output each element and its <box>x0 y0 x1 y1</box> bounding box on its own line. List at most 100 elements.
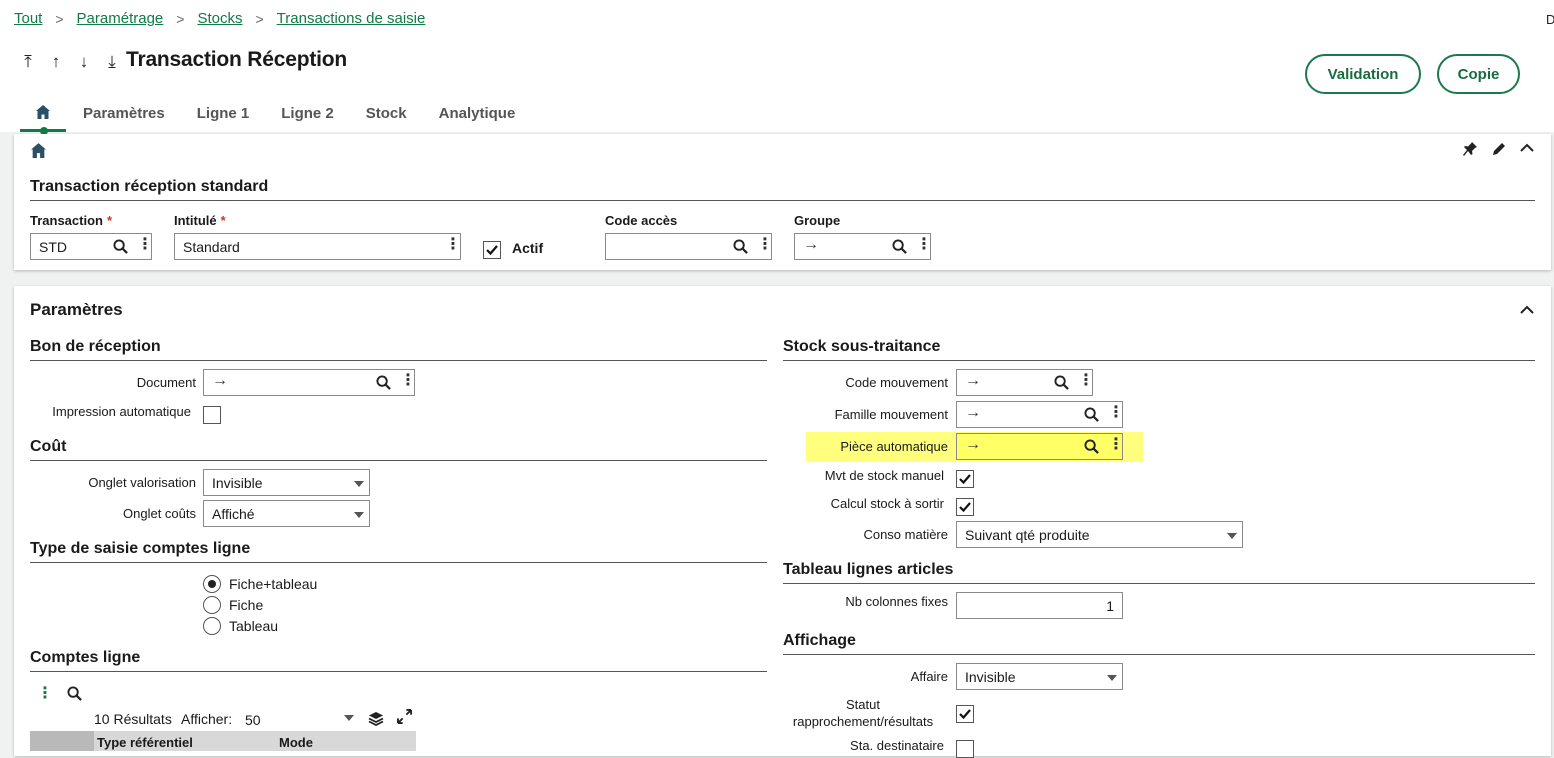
intitule-value: Standard <box>183 239 240 255</box>
radio-fiche-tableau[interactable] <box>203 575 221 593</box>
groupe-label: Groupe <box>794 213 841 228</box>
cout-title: Coût <box>30 438 67 455</box>
arrow-right-icon[interactable]: → <box>965 372 981 390</box>
afficher-value[interactable]: 50 <box>245 712 261 728</box>
search-icon[interactable] <box>892 239 907 254</box>
edit-icon[interactable] <box>1491 141 1507 162</box>
copie-button[interactable]: Copie <box>1437 54 1520 94</box>
radio-fiche[interactable] <box>203 596 221 614</box>
grid-menu-icon[interactable]: ⋮ <box>37 683 53 703</box>
home-icon <box>31 143 46 158</box>
kebab-icon[interactable]: ⋮ <box>757 237 773 253</box>
tableau-lignes-title: Tableau lignes articles <box>783 561 954 578</box>
code-acces-field[interactable]: ⋮ <box>605 233 773 260</box>
layers-icon[interactable] <box>368 710 384 726</box>
tab-parametres[interactable]: Paramètres <box>83 105 165 132</box>
breadcrumb-stocks[interactable]: Stocks <box>197 10 242 27</box>
caret-down-icon <box>354 481 364 487</box>
impression-checkbox[interactable] <box>203 406 221 424</box>
intitule-field[interactable]: Standard ⋮ <box>174 233 461 260</box>
breadcrumb: Tout > Paramétrage > Stocks > Transactio… <box>14 10 425 27</box>
statut-rapprochement-checkbox[interactable] <box>956 705 974 723</box>
code-mouvement-field[interactable]: → ⋮ <box>956 369 1094 396</box>
mvt-stock-manuel-checkbox[interactable] <box>956 470 974 488</box>
caret-down-icon <box>1107 675 1117 681</box>
conso-matiere-select[interactable]: Suivant qté produite <box>956 521 1243 548</box>
tab-analytique[interactable]: Analytique <box>439 105 516 132</box>
sta-destinataire-label: Sta. destinataire <box>850 738 944 753</box>
kebab-icon[interactable]: ⋮ <box>916 237 932 253</box>
divider <box>30 671 767 672</box>
transaction-field[interactable]: STD ⋮ <box>30 233 153 260</box>
intitule-label: Intitulé * <box>174 213 226 228</box>
more-actions-icon[interactable]: ⋮ <box>1546 62 1554 83</box>
validation-button[interactable]: Validation <box>1305 54 1421 94</box>
statut-rapprochement-label: Statut rapprochement/résultats <box>792 697 934 729</box>
tab-stock[interactable]: Stock <box>366 105 407 132</box>
onglet-valorisation-value: Invisible <box>212 475 263 491</box>
affaire-select[interactable]: Invisible <box>956 663 1123 690</box>
kebab-icon[interactable]: ⋮ <box>1108 437 1124 453</box>
kebab-icon[interactable]: ⋮ <box>137 237 153 253</box>
onglet-couts-select[interactable]: Affiché <box>203 500 370 527</box>
search-icon[interactable] <box>67 686 82 701</box>
radio-fiche-tableau-label: Fiche+tableau <box>229 576 318 592</box>
kebab-icon[interactable]: ⋮ <box>445 237 461 253</box>
kebab-icon[interactable]: ⋮ <box>400 373 416 389</box>
transaction-value: STD <box>39 239 67 255</box>
last-record-icon[interactable]: ⤓ <box>98 52 126 72</box>
parametres-title: Paramètres <box>30 300 123 319</box>
tab-ligne-2[interactable]: Ligne 2 <box>281 105 334 132</box>
radio-tableau[interactable] <box>203 617 221 635</box>
caret-down-icon[interactable] <box>344 715 354 721</box>
nb-colonnes-field[interactable]: 1 <box>956 592 1123 619</box>
tab-ligne-1[interactable]: Ligne 1 <box>197 105 250 132</box>
arrow-right-icon[interactable]: → <box>212 372 228 390</box>
arrow-right-icon[interactable]: → <box>803 236 819 254</box>
calcul-stock-label: Calcul stock à sortir <box>830 496 944 511</box>
column-mode[interactable]: Mode <box>279 735 313 750</box>
impression-label: Impression automatique <box>52 404 191 419</box>
previous-record-icon[interactable]: ↑ <box>42 52 70 72</box>
calcul-stock-checkbox[interactable] <box>956 498 974 516</box>
radio-tableau-label: Tableau <box>229 618 279 634</box>
onglet-valorisation-select[interactable]: Invisible <box>203 469 370 496</box>
groupe-field[interactable]: → ⋮ <box>794 233 932 260</box>
breadcrumb-parametrage[interactable]: Paramétrage <box>77 10 164 27</box>
famille-mouvement-field[interactable]: → ⋮ <box>956 401 1124 428</box>
search-icon[interactable] <box>376 375 391 390</box>
arrow-right-icon[interactable]: → <box>965 404 981 422</box>
tab-home[interactable] <box>20 98 66 135</box>
search-icon[interactable] <box>1054 375 1069 390</box>
collapse-icon[interactable] <box>1519 140 1535 161</box>
chevron-right-icon: > <box>176 10 185 27</box>
pin-icon[interactable] <box>1462 141 1478 162</box>
checkmark-icon <box>959 474 971 485</box>
breadcrumb-tout[interactable]: Tout <box>14 10 42 27</box>
expand-icon[interactable] <box>397 709 412 724</box>
sta-destinataire-checkbox[interactable] <box>956 740 974 758</box>
search-icon[interactable] <box>1084 439 1099 454</box>
search-icon[interactable] <box>113 239 128 254</box>
actif-checkbox[interactable] <box>483 241 501 259</box>
caret-down-icon <box>354 512 364 518</box>
document-field[interactable]: → ⋮ <box>203 369 416 396</box>
kebab-icon[interactable]: ⋮ <box>1078 373 1094 389</box>
piece-automatique-field[interactable]: → ⋮ <box>956 433 1124 460</box>
grid-select-column[interactable] <box>30 731 94 751</box>
arrow-right-icon[interactable]: → <box>965 436 981 454</box>
kebab-icon[interactable]: ⋮ <box>1108 405 1124 421</box>
breadcrumb-transactions[interactable]: Transactions de saisie <box>277 10 426 27</box>
divider <box>30 360 767 361</box>
search-icon[interactable] <box>1084 407 1099 422</box>
divider <box>30 460 767 461</box>
top-bar: Tout > Paramétrage > Stocks > Transactio… <box>0 0 1554 135</box>
collapse-icon[interactable] <box>1519 302 1535 323</box>
grid-header: Type référentiel Mode <box>30 731 416 751</box>
afficher-label: Afficher: <box>181 711 233 727</box>
divider <box>783 360 1535 361</box>
first-record-icon[interactable]: ⤒ <box>14 52 42 72</box>
search-icon[interactable] <box>733 239 748 254</box>
column-type-referentiel[interactable]: Type référentiel <box>97 735 193 750</box>
next-record-icon[interactable]: ↓ <box>70 52 98 72</box>
